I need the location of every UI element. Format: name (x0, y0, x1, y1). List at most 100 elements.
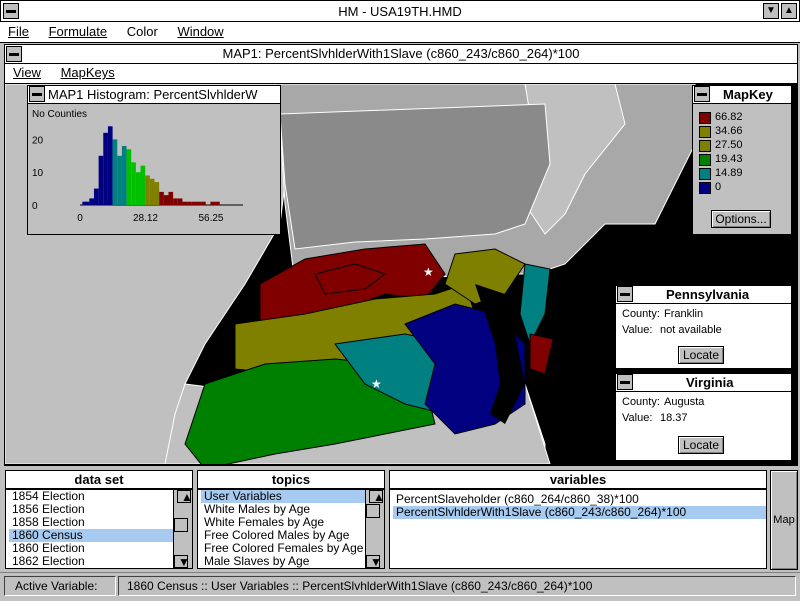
histogram-title-bar: ▬ MAP1 Histogram: PercentSlvhlderW (28, 86, 280, 104)
histogram-xtick: 28.12 (133, 213, 158, 224)
histogram-bar (163, 195, 169, 205)
map-menu-bar: View MapKeys (5, 64, 797, 84)
histogram-chart: No Counties 20 10 0 0 28.12 56.25 (32, 109, 243, 224)
scroll-thumb[interactable] (366, 504, 380, 518)
map-button[interactable]: Map (770, 470, 798, 570)
pennsylvania-value-label: Value: (622, 324, 653, 336)
pennsylvania-menu-icon: ▬ (620, 288, 630, 299)
variables-list[interactable]: PercentSlaveholder (c860_264/c860_38)*10… (389, 489, 767, 569)
menu-color[interactable]: Color (119, 22, 166, 42)
histogram-bar (140, 165, 146, 205)
histogram-bar (112, 139, 118, 205)
mapkey-legend: 66.82 34.66 27.50 19.43 14.89 0 (699, 110, 789, 194)
menu-view[interactable]: View (5, 64, 49, 82)
pennsylvania-system-menu[interactable]: ▬ (617, 286, 633, 302)
app-title-bar: ▬ HM - USA19TH.HMD ▼ ▲ (0, 0, 800, 22)
mapkey-entry: 66.82 (699, 110, 789, 124)
status-bar: Active Variable: 1860 Census :: User Var… (0, 572, 800, 601)
histogram-ytick: 10 (32, 168, 44, 179)
status-label-box: Active Variable: (4, 576, 116, 596)
pennsylvania-county-label: County: (622, 308, 660, 320)
topics-list[interactable]: User Variables White Males by Age White Fe… (197, 489, 385, 569)
histogram-bar (173, 198, 178, 205)
menu-formulate-label: Formulate (48, 24, 108, 39)
virginia-value: 18.37 (660, 412, 688, 424)
histogram-bar (103, 132, 108, 205)
pennsylvania-region (279, 103, 551, 250)
scroll-up-arrow[interactable]: ▲ (177, 490, 192, 504)
mapkey-system-menu[interactable]: ▬ (694, 86, 710, 102)
system-menu-box[interactable]: ▬ (3, 3, 19, 19)
mapkey-swatch[interactable] (699, 168, 711, 180)
histogram-title: MAP1 Histogram: PercentSlvhlderW (48, 87, 258, 102)
map-window-title: MAP1: PercentSlvhlderWith1Slave (c860_24… (222, 46, 580, 61)
histogram-ytick: 20 (32, 135, 44, 146)
dataset-list-item[interactable]: 1862 Election (9, 555, 179, 568)
mapkey-menu-icon: ▬ (697, 88, 707, 99)
virginia-system-menu[interactable]: ▬ (617, 374, 633, 390)
dataset-title: data set (5, 470, 193, 489)
scroll-thumb[interactable] (174, 518, 188, 532)
mapkey-entry: 34.66 (699, 124, 789, 138)
mapkey-entry: 14.89 (699, 166, 789, 180)
virginia-locate-button[interactable]: Locate (678, 436, 724, 454)
menu-window[interactable]: Window (169, 22, 231, 42)
histogram-bar (145, 175, 150, 205)
histogram-bar (126, 149, 132, 205)
pennsylvania-locate-button[interactable]: Locate (678, 346, 724, 364)
dataset-panel: data set 1854 Election 1856 Election 1858 … (5, 470, 193, 569)
pennsylvania-value: not available (660, 324, 722, 336)
mapkey-options-button[interactable]: Options... (711, 210, 771, 228)
minimize-button[interactable]: ▼ (763, 3, 779, 19)
dataset-list[interactable]: 1854 Election 1856 Election 1858 Election 1… (5, 489, 193, 569)
scroll-down-arrow[interactable]: ▼ (366, 555, 382, 568)
scroll-down-arrow[interactable]: ▼ (174, 555, 190, 568)
virginia-county-value: Augusta (664, 396, 705, 408)
histogram-bar (177, 198, 183, 205)
dataset-scrollbar[interactable]: ▲ ▼ (173, 490, 192, 568)
histogram-xtick: 0 (77, 213, 83, 224)
virginia-title-bar: ▬ Virginia (616, 374, 791, 392)
histogram-bar (117, 155, 122, 205)
menu-file[interactable]: File (0, 22, 37, 42)
pennsylvania-county-value: Franklin (664, 308, 704, 320)
mapkey-swatch[interactable] (699, 182, 711, 194)
map-system-menu-box[interactable]: ▬ (6, 46, 22, 62)
pennsylvania-marker: ★ (423, 265, 434, 279)
status-label: Active Variable: (15, 579, 98, 593)
map-system-menu-icon: ▬ (9, 48, 19, 59)
app-menu-bar: File Formulate Color Window (0, 22, 800, 43)
virginia-menu-icon: ▬ (620, 376, 630, 387)
virginia-county-label: County: (622, 396, 660, 408)
mapkey-swatch[interactable] (699, 126, 711, 138)
mapkey-swatch[interactable] (699, 112, 711, 124)
histogram-bar (191, 201, 197, 205)
mapkey-label: 66.82 (715, 111, 743, 123)
topics-title: topics (197, 470, 385, 489)
scroll-up-arrow[interactable]: ▲ (369, 490, 384, 504)
mapkey-swatch[interactable] (699, 140, 711, 152)
menu-mapkeys-label: MapKeys (60, 65, 115, 80)
system-menu-icon: ▬ (6, 5, 16, 16)
histogram-system-menu[interactable]: ▬ (29, 86, 45, 102)
histogram-bar (182, 201, 188, 205)
histogram-bar (154, 182, 160, 205)
topics-scrollbar[interactable]: ▲ ▼ (365, 490, 384, 568)
virginia-info-window: ▬ Virginia County: Augusta Value: 18.37 … (615, 373, 792, 461)
histogram-bar (215, 201, 220, 205)
menu-mapkeys[interactable]: MapKeys (53, 64, 123, 82)
variables-list-item[interactable]: PercentSlvhlderWith1Slave (c860_243/c860… (393, 506, 766, 519)
histogram-bar (84, 201, 90, 205)
mapkey-label: 0 (715, 181, 722, 193)
histogram-bar (98, 155, 104, 205)
mapkey-swatch[interactable] (699, 154, 711, 166)
mapkey-title-bar: ▬ MapKey (693, 86, 791, 104)
topics-list-item[interactable]: Male Slaves by Age (201, 555, 371, 568)
status-value-box: 1860 Census :: User Variables :: Percent… (118, 576, 796, 596)
histogram-bar (159, 191, 164, 205)
maximize-button[interactable]: ▲ (781, 3, 797, 19)
mapkey-entry: 19.43 (699, 152, 789, 166)
menu-formulate[interactable]: Formulate (41, 22, 116, 42)
mapkey-entry: 0 (699, 180, 789, 194)
variables-panel: variables PercentSlaveholder (c860_264/c… (389, 470, 767, 569)
